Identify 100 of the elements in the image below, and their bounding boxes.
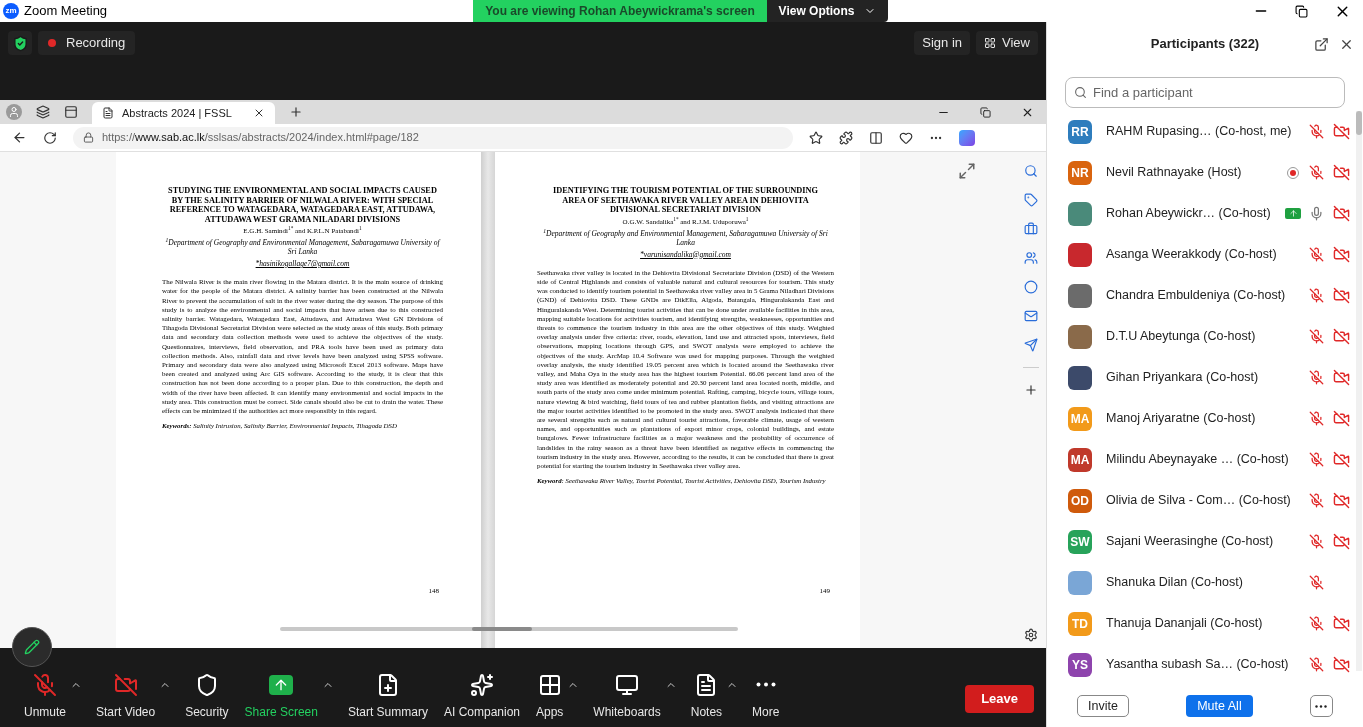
favorite-icon[interactable] [809,130,823,145]
participant-row[interactable]: MA Milindu Abeynayake … (Co-host) [1047,439,1356,480]
sparkle-icon [469,673,494,697]
participant-name: Gihan Priyankara (Co-host) [1106,369,1259,387]
view-button[interactable]: View [976,31,1038,55]
participant-row[interactable]: D.T.U Abeytunga (Co-host) [1047,316,1356,357]
participant-name: Sajani Weerasinghe (Co-host) [1106,533,1274,551]
invite-button[interactable]: Invite [1077,695,1129,717]
participant-row[interactable]: Asanga Weerakkody (Co-host) [1047,234,1356,275]
heart-icon[interactable] [899,130,913,145]
avatar: NR [1068,160,1092,185]
participant-row[interactable]: MA Manoj Ariyaratne (Co-host) [1047,398,1356,439]
participant-name: Rohan Abeywickr… (Co-host) [1106,205,1271,223]
participant-name: Shanuka Dilan (Co-host) [1106,574,1243,592]
toolbar-button[interactable]: More [744,672,788,721]
share-banner: You are viewing Rohan Abeywickrama's screen [473,0,767,22]
pop-out-icon[interactable] [1314,36,1329,52]
participant-name: D.T.U Abeytunga (Co-host) [1106,328,1256,346]
mic-muted-icon [33,673,57,697]
toolbar-button[interactable]: AI Companion [435,673,528,721]
toolbar-button[interactable]: Whiteboards [585,673,669,721]
recording-indicator[interactable]: Recording [38,31,136,55]
avatar: YS [1068,652,1092,677]
add-icon[interactable] [1024,383,1038,397]
tab-actions-icon[interactable] [64,105,78,119]
extensions-icon[interactable] [839,130,853,145]
participant-row[interactable]: YS Yasantha subash Sa… (Co-host) [1047,644,1356,685]
participant-row[interactable]: Chandra Embuldeniya (Co-host) [1047,275,1356,316]
mute-all-button[interactable]: Mute All [1186,695,1253,717]
circle-icon[interactable] [1024,280,1038,294]
toolbar-button[interactable]: Start Summary [339,673,436,721]
participant-name: Thanuja Dananjali (Co-host) [1106,615,1263,633]
new-tab-icon[interactable] [289,105,303,119]
search-icon[interactable] [1024,164,1038,178]
fullscreen-icon[interactable] [958,162,976,180]
participant-name: Yasantha subash Sa… (Co-host) [1106,656,1289,674]
avatar: MA [1068,447,1092,472]
people-icon[interactable] [1024,251,1038,265]
participant-row[interactable]: Gihan Priyankara (Co-host) [1047,357,1356,398]
participant-name: Chandra Embuldeniya (Co-host) [1106,287,1286,305]
briefcase-icon[interactable] [1024,222,1038,236]
avatar: SW [1068,529,1092,554]
participant-row[interactable]: SW Sajani Weerasinghe (Co-host) [1047,521,1356,562]
window-title: Zoom Meeting [24,2,108,21]
lock-icon [83,132,94,143]
tag-icon[interactable] [1024,193,1038,207]
avatar: TD [1068,611,1092,636]
split-screen-icon[interactable] [869,130,883,145]
participant-row[interactable]: Rohan Abeywickr… (Co-host) [1047,193,1356,234]
avatar: RR [1068,119,1092,144]
toolbar-button[interactable]: Share Screen [236,673,326,721]
send-icon[interactable] [1024,338,1038,352]
restore-icon[interactable] [980,106,991,118]
pencil-icon [24,639,40,655]
paper-title: STUDYING THE ENVIRONMENTAL AND SOCIAL IMPACTS CAUSED BY THE SALINITY BARRIER OF NILWALA RIVER: WITH SPECIAL REFERENCE TO WATAGEDARA, WATAGEDARA EAST, ATTUDAWA, ATTUDAWA WEST GRAMA NILADARI DIVISIONS [167,186,438,224]
close-icon[interactable] [253,107,265,119]
app-logo: zm [3,3,19,19]
search-field[interactable]: Find a participant [1065,77,1345,108]
toolbar-button[interactable]: Notes [682,673,731,721]
participant-row[interactable]: OD Olivia de Silva - Com… (Co-host) [1047,480,1356,521]
participant-row[interactable]: TD Thanuja Dananjali (Co-host) [1047,603,1356,644]
leave-button[interactable]: Leave [965,685,1034,713]
avatar: MA [1068,406,1092,431]
participant-name: Manoj Ariyaratne (Co-host) [1106,410,1256,428]
page-icon [102,107,114,119]
apps-icon [537,673,562,697]
reload-icon[interactable] [43,130,57,145]
more-icon [1315,704,1328,708]
workspaces-icon[interactable] [36,105,50,119]
sign-in-button[interactable]: Sign in [914,31,971,55]
avatar: OD [1068,488,1092,513]
toolbar-button[interactable]: Start Video [88,673,164,721]
settings-icon[interactable] [1024,628,1038,642]
mail-icon[interactable] [1024,309,1038,323]
grid-icon [984,37,997,49]
participant-name: Milindu Abeynayake … (Co-host) [1106,451,1289,469]
back-icon[interactable] [12,130,27,145]
toolbar-button[interactable]: Unmute [16,673,75,721]
participant-name: Asanga Weerakkody (Co-host) [1106,246,1277,264]
video-off-icon [113,673,138,697]
whiteboard-icon [615,673,640,697]
participant-name: RAHM Rupasing… (Co-host, me) [1106,123,1292,141]
more-button[interactable] [1310,695,1333,717]
toolbar-button[interactable]: Apps [528,673,572,721]
participant-name: Olivia de Silva - Com… (Co-host) [1106,492,1291,510]
horizontal-scrollbar[interactable] [280,627,738,631]
participant-row[interactable]: Shanuka Dilan (Co-host) [1047,562,1356,603]
participant-row[interactable]: NR Nevil Rathnayake (Host) [1047,152,1356,193]
restore-icon[interactable] [1295,4,1308,18]
annotate-button[interactable] [12,627,52,667]
toolbar-button[interactable]: Security [177,673,237,721]
scrollbar-thumb[interactable] [472,627,532,631]
participant-row[interactable]: RR RAHM Rupasing… (Co-host, me) [1047,111,1356,152]
vertical-scrollbar[interactable] [1356,111,1362,671]
shield-check-icon [8,31,32,55]
panel-title: Participants (322) [1150,35,1260,54]
search-icon [1074,86,1087,99]
participant-name: Nevil Rathnayake (Host) [1106,164,1242,182]
more-icon [755,682,776,687]
paper-title: IDENTIFYING THE TOURISM POTENTIAL OF THE SURROUNDING AREA OF SEETHAWAKA RIVER VALLEY AREA IN DEHIOVITA DIVISIONAL SECRETARIAT DIVISION [551,186,820,215]
